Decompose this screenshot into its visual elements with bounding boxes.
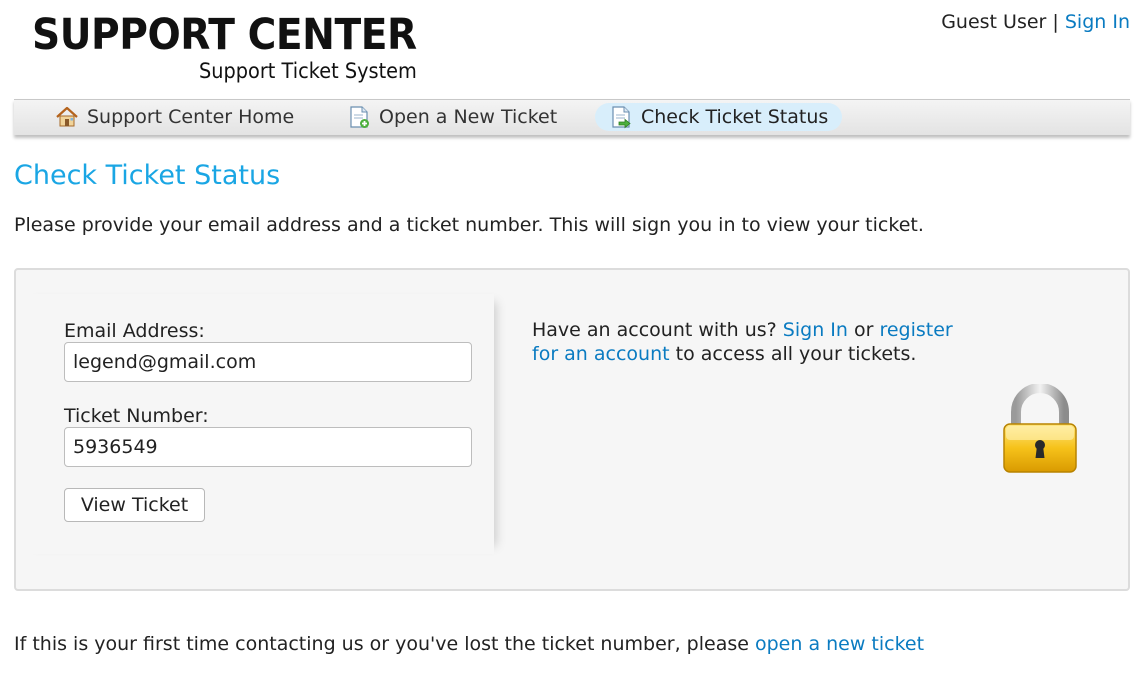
footer-note: If this is your first time contacting us…	[14, 633, 924, 655]
account-info: Have an account with us? Sign In or regi…	[532, 318, 982, 366]
view-ticket-button[interactable]: View Ticket	[64, 488, 205, 522]
user-info: Guest User | Sign In	[941, 11, 1130, 33]
user-separator: |	[1052, 11, 1059, 33]
account-or: or	[853, 319, 874, 341]
site-logo[interactable]: SUPPORT CENTER Support Ticket System	[32, 8, 452, 83]
page-intro: Please provide your email address and a …	[14, 214, 924, 236]
home-icon	[56, 106, 78, 127]
logo-subtitle: Support Ticket System	[199, 59, 417, 83]
account-suffix: to access all your tickets.	[675, 343, 917, 365]
guest-user-label: Guest User	[941, 11, 1047, 33]
header-sign-in-link[interactable]: Sign In	[1065, 11, 1130, 33]
nav-item-check-status-label: Check Ticket Status	[641, 106, 829, 128]
nav-item-new-ticket-label: Open a New Ticket	[379, 106, 558, 128]
ticket-number-field[interactable]	[64, 427, 472, 467]
footer-note-text: If this is your first time contacting us…	[14, 633, 749, 655]
email-field[interactable]	[64, 342, 472, 382]
ticket-status-icon	[612, 106, 631, 129]
check-status-panel: Email Address: Ticket Number: View Ticke…	[14, 268, 1130, 591]
logo-title: SUPPORT CENTER	[32, 10, 417, 60]
main-nav: Support Center Home Open a New Ticket Ch…	[14, 99, 1130, 135]
nav-item-home-label: Support Center Home	[87, 106, 295, 128]
account-sign-in-link[interactable]: Sign In	[783, 319, 848, 341]
page-title: Check Ticket Status	[14, 160, 281, 191]
new-ticket-icon	[350, 106, 369, 128]
check-status-form: Email Address: Ticket Number: View Ticke…	[16, 294, 494, 554]
ticket-number-label: Ticket Number:	[64, 405, 209, 427]
nav-item-home[interactable]: Support Center Home	[41, 103, 308, 131]
lock-icon	[1003, 384, 1077, 473]
account-prefix: Have an account with us?	[532, 319, 777, 341]
nav-item-new-ticket[interactable]: Open a New Ticket	[333, 103, 571, 131]
open-new-ticket-link[interactable]: open a new ticket	[755, 633, 924, 655]
email-label: Email Address:	[64, 320, 205, 342]
nav-item-check-status[interactable]: Check Ticket Status	[595, 103, 843, 131]
